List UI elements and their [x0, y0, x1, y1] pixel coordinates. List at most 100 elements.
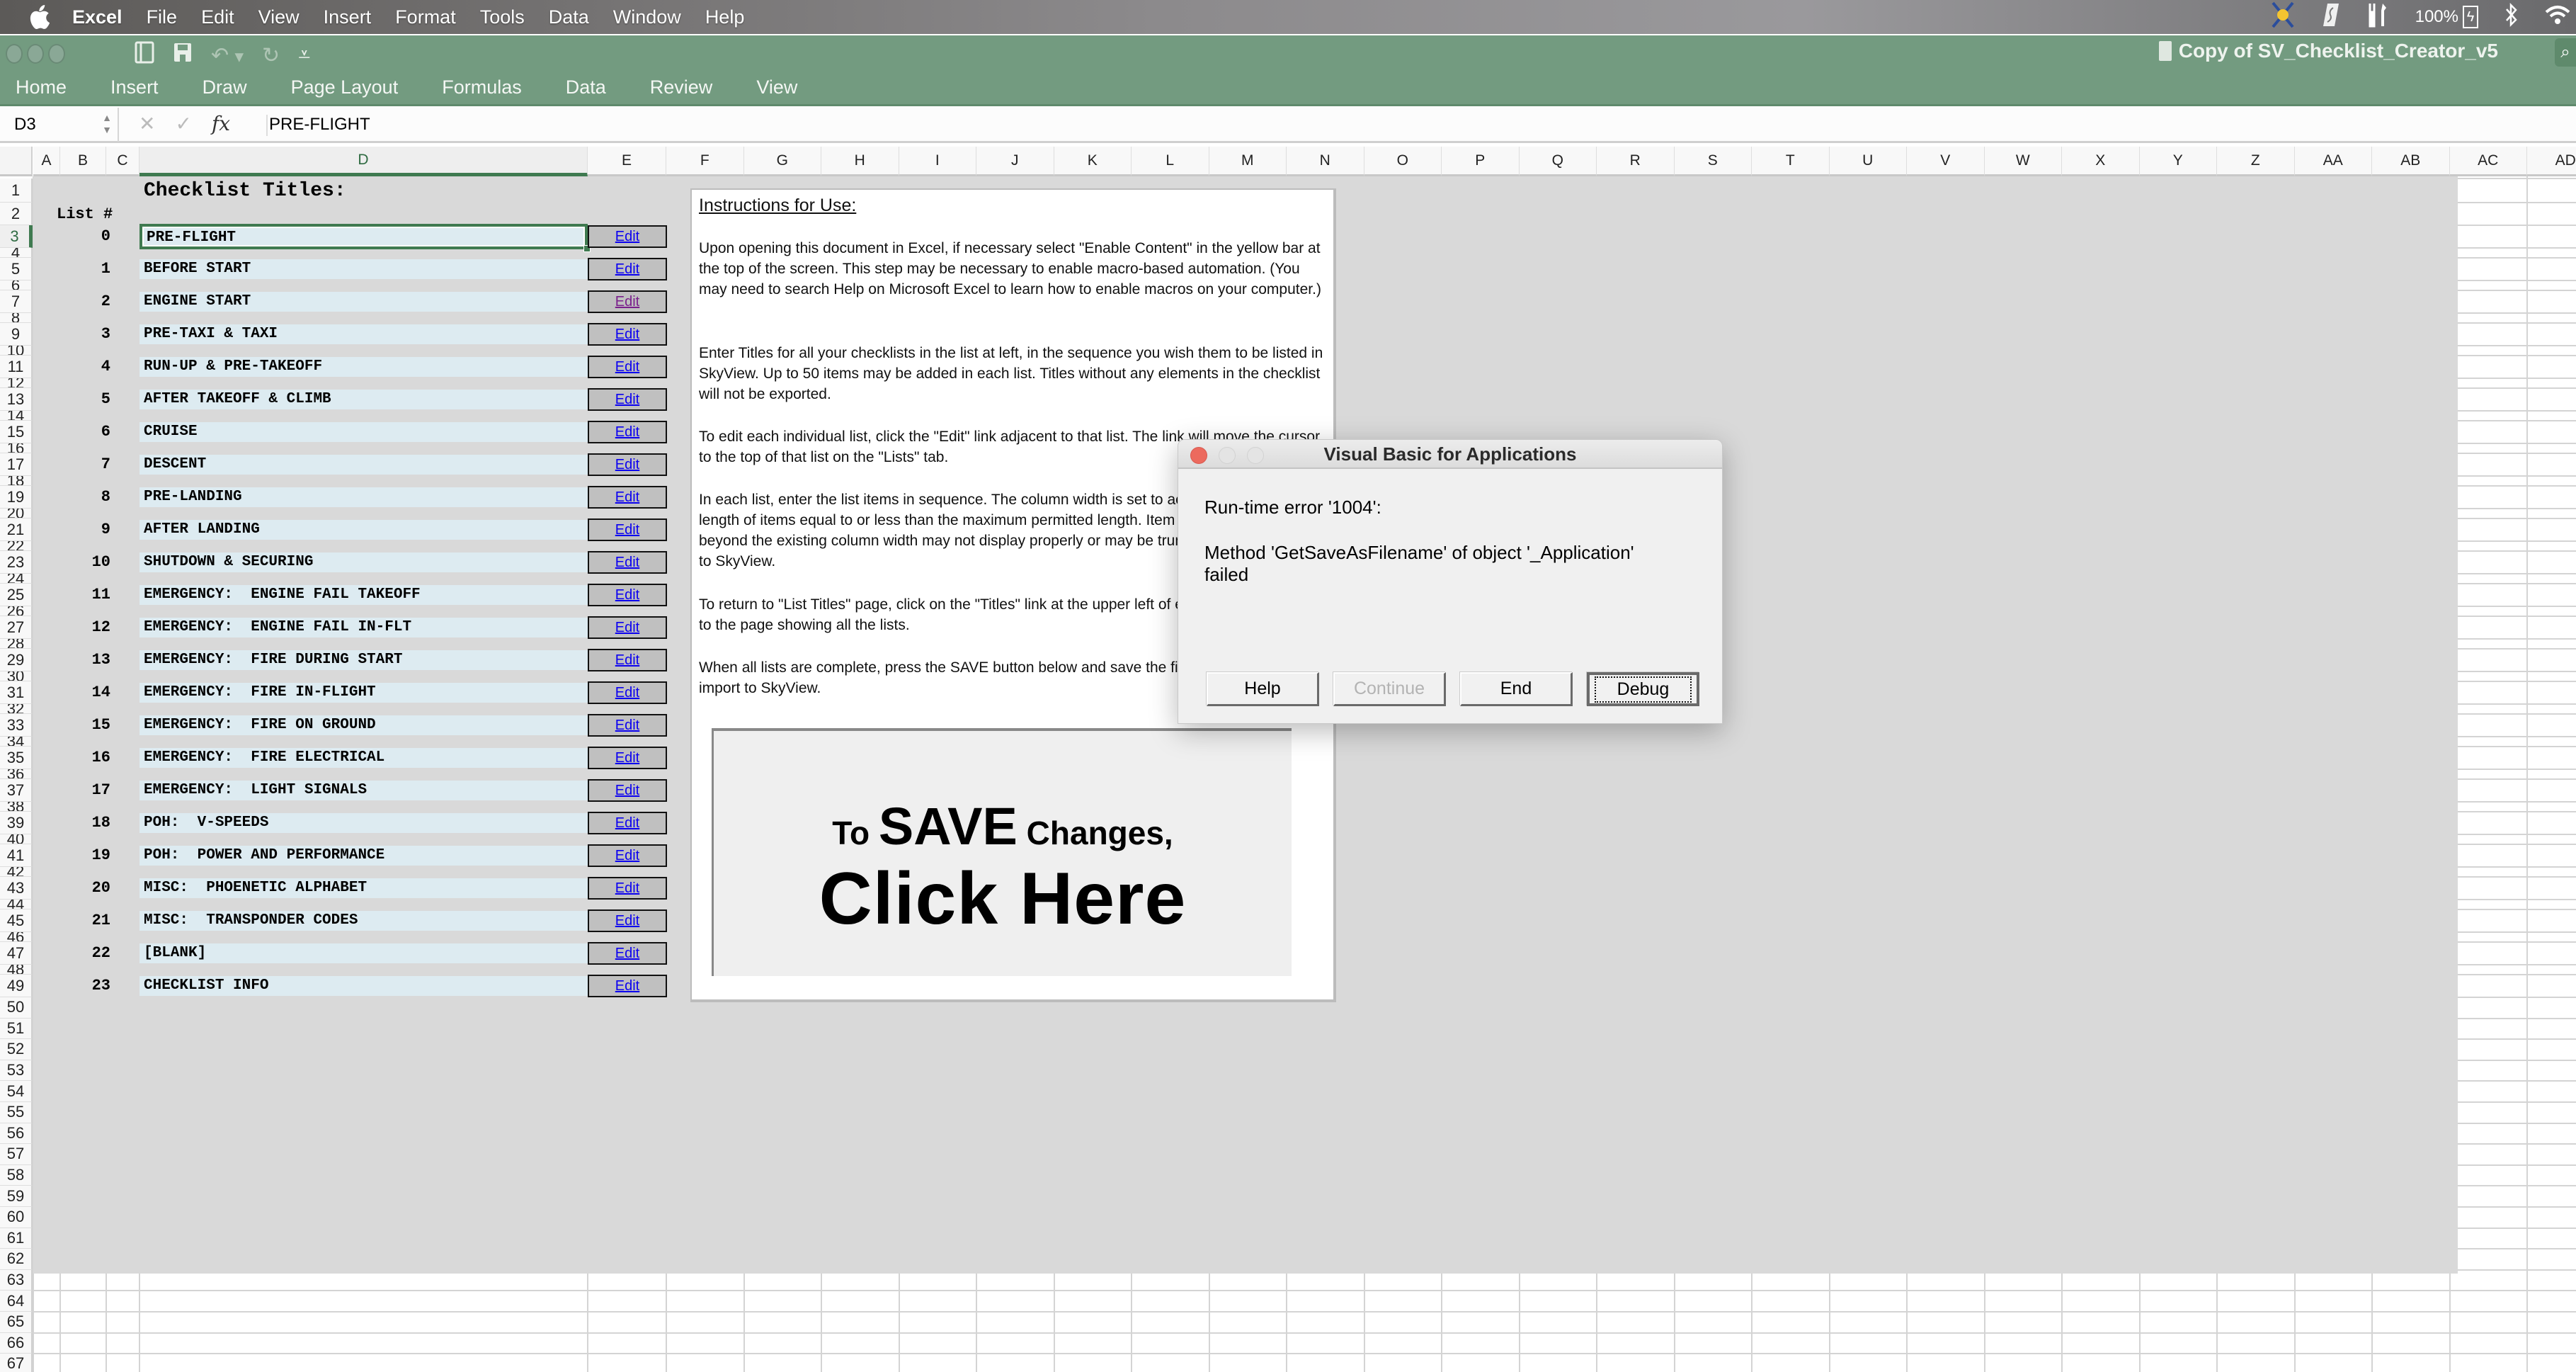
- row-header[interactable]: 36: [0, 769, 33, 779]
- list-title-cell[interactable]: CHECKLIST INFO: [139, 976, 588, 996]
- row-header[interactable]: 56: [0, 1123, 33, 1145]
- list-title-cell[interactable]: EMERGENCY: FIRE ON GROUND: [139, 715, 588, 735]
- list-title-cell[interactable]: EMERGENCY: ENGINE FAIL IN-FLT: [139, 618, 588, 637]
- list-title-cell[interactable]: PRE-TAXI & TAXI: [139, 324, 588, 344]
- row-header[interactable]: 35: [0, 747, 33, 769]
- menu-window[interactable]: Window: [613, 6, 681, 28]
- row-header[interactable]: 7: [0, 290, 33, 313]
- column-header-ac[interactable]: AC: [2449, 147, 2527, 176]
- edit-link[interactable]: Edit: [588, 323, 667, 346]
- row-header[interactable]: 2: [0, 203, 33, 225]
- row-header[interactable]: 20: [0, 509, 33, 518]
- column-header-e[interactable]: E: [588, 147, 666, 176]
- edit-link[interactable]: Edit: [588, 779, 667, 802]
- menu-insert[interactable]: Insert: [324, 6, 372, 28]
- row-header[interactable]: 3: [0, 225, 33, 248]
- row-header[interactable]: 40: [0, 834, 33, 844]
- list-title-cell[interactable]: MISC: TRANSPONDER CODES: [139, 911, 588, 931]
- column-header-n[interactable]: N: [1287, 147, 1364, 176]
- tab-draw[interactable]: Draw: [203, 76, 247, 98]
- row-header[interactable]: 22: [0, 541, 33, 551]
- edit-link[interactable]: Edit: [588, 551, 667, 574]
- row-header[interactable]: 5: [0, 258, 33, 280]
- vpn-app-icon[interactable]: [2271, 1, 2295, 34]
- list-title-cell[interactable]: RUN-UP & PRE-TAKEOFF: [139, 357, 588, 377]
- row-header[interactable]: 44: [0, 900, 33, 909]
- column-header-d[interactable]: D: [139, 147, 588, 176]
- row-header[interactable]: 39: [0, 812, 33, 834]
- row-header[interactable]: 45: [0, 909, 33, 932]
- window-close-button[interactable]: [6, 44, 23, 64]
- menu-app-excel[interactable]: Excel: [72, 6, 122, 28]
- dialog-close-button[interactable]: [1190, 447, 1207, 464]
- redo-icon[interactable]: ↻: [262, 43, 280, 68]
- row-header[interactable]: 43: [0, 877, 33, 900]
- row-header[interactable]: 51: [0, 1018, 33, 1040]
- tab-data[interactable]: Data: [566, 76, 606, 98]
- menu-edit[interactable]: Edit: [201, 6, 234, 28]
- row-header[interactable]: 30: [0, 671, 33, 681]
- row-header[interactable]: 64: [0, 1291, 33, 1312]
- row-header[interactable]: 58: [0, 1164, 33, 1186]
- row-header[interactable]: 6: [0, 280, 33, 290]
- column-header-s[interactable]: S: [1674, 147, 1752, 176]
- row-header[interactable]: 63: [0, 1269, 33, 1291]
- list-title-cell[interactable]: [BLANK]: [139, 943, 588, 963]
- end-button[interactable]: End: [1460, 672, 1573, 706]
- menu-help[interactable]: Help: [705, 6, 745, 28]
- row-header[interactable]: 55: [0, 1102, 33, 1123]
- row-header[interactable]: 1: [0, 178, 33, 203]
- menu-data[interactable]: Data: [549, 6, 589, 28]
- column-header-u[interactable]: U: [1829, 147, 1907, 176]
- list-title-cell[interactable]: EMERGENCY: ENGINE FAIL TAKEOFF: [139, 585, 588, 605]
- cancel-entry-icon[interactable]: ✕: [139, 112, 155, 135]
- column-header-m[interactable]: M: [1209, 147, 1287, 176]
- row-header[interactable]: 15: [0, 421, 33, 443]
- row-header[interactable]: 18: [0, 476, 33, 486]
- row-header[interactable]: 52: [0, 1039, 33, 1060]
- customize-toolbar-icon[interactable]: ⩡: [298, 43, 310, 67]
- column-header-k[interactable]: K: [1054, 147, 1132, 176]
- column-header-i[interactable]: I: [899, 147, 976, 176]
- list-title-cell[interactable]: CRUISE: [139, 422, 588, 442]
- row-header[interactable]: 47: [0, 942, 33, 965]
- battery-status[interactable]: 100% ϟ: [2415, 6, 2478, 28]
- row-header[interactable]: 27: [0, 616, 33, 639]
- row-header[interactable]: 31: [0, 681, 33, 704]
- column-header-w[interactable]: W: [1984, 147, 2062, 176]
- column-header-b[interactable]: B: [60, 147, 106, 176]
- save-icon[interactable]: [173, 42, 193, 69]
- edit-link[interactable]: Edit: [588, 975, 667, 997]
- row-header[interactable]: 32: [0, 704, 33, 714]
- tab-page-layout[interactable]: Page Layout: [291, 76, 399, 98]
- row-header[interactable]: 25: [0, 584, 33, 606]
- edit-link[interactable]: Edit: [588, 486, 667, 509]
- edit-link[interactable]: Edit: [588, 290, 667, 313]
- edit-link[interactable]: Edit: [588, 421, 667, 443]
- row-header[interactable]: 34: [0, 737, 33, 747]
- column-header-z[interactable]: Z: [2217, 147, 2295, 176]
- edit-link[interactable]: Edit: [588, 258, 667, 280]
- wifi-icon[interactable]: [2545, 5, 2570, 30]
- column-header-g[interactable]: G: [743, 147, 821, 176]
- debug-button[interactable]: Debug: [1587, 672, 1699, 706]
- list-title-cell[interactable]: AFTER LANDING: [139, 520, 588, 540]
- edit-link[interactable]: Edit: [588, 942, 667, 965]
- row-header[interactable]: 46: [0, 932, 33, 942]
- list-title-cell[interactable]: EMERGENCY: FIRE IN-FLIGHT: [139, 683, 588, 703]
- row-header[interactable]: 17: [0, 453, 33, 476]
- undo-icon[interactable]: ↶ ▾: [211, 43, 244, 68]
- menu-file[interactable]: File: [147, 6, 178, 28]
- formula-input[interactable]: PRE-FLIGHT: [266, 115, 370, 136]
- tab-home[interactable]: Home: [16, 76, 67, 98]
- row-header[interactable]: 33: [0, 714, 33, 737]
- save-changes-button[interactable]: To SAVE Changes, Click Here: [712, 728, 1292, 976]
- list-title-cell[interactable]: AFTER TAKEOFF & CLIMB: [139, 390, 588, 409]
- bluetooth-icon[interactable]: [2505, 2, 2518, 32]
- row-header[interactable]: 13: [0, 388, 33, 411]
- row-header[interactable]: 62: [0, 1249, 33, 1270]
- window-minimize-button[interactable]: [27, 44, 44, 64]
- select-all-corner[interactable]: [0, 147, 33, 176]
- row-header[interactable]: 66: [0, 1332, 33, 1354]
- sidebar-toggle-icon[interactable]: [135, 41, 154, 69]
